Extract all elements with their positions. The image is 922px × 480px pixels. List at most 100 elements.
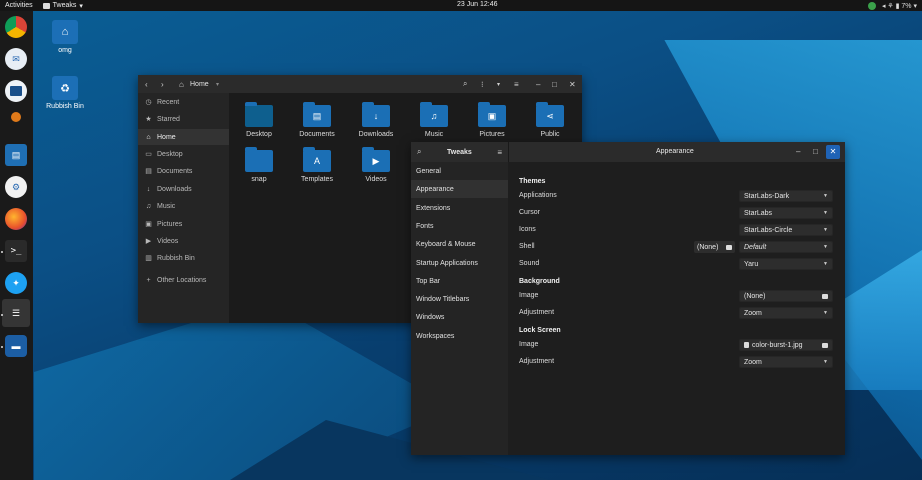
nav-item-workspaces[interactable]: Workspaces [411, 327, 508, 345]
system-status: ◂ ⚘ ▮ 7% ▾ [881, 2, 917, 10]
cursor-theme-select[interactable]: StarLabs ▼ [739, 207, 833, 219]
firefox-icon[interactable] [5, 208, 27, 230]
shell-theme-select[interactable]: Default ▼ [739, 241, 833, 253]
row-label: Shell [519, 243, 535, 250]
view-list-icon[interactable]: ⁝ [481, 80, 484, 89]
clock[interactable]: 23 Jun 12:46 [457, 1, 497, 8]
background-adjustment-select[interactable]: Zoom ▼ [739, 307, 833, 319]
folder-item[interactable]: A Templates [292, 147, 342, 183]
folder-label: Videos [365, 176, 387, 183]
ubuntu-icon[interactable] [11, 112, 21, 122]
lock-screen-image-button[interactable]: color-burst-1.jpg [739, 339, 833, 351]
folder-label: snap [251, 176, 267, 183]
folder-label: Desktop [246, 131, 272, 138]
select-value: StarLabs [744, 209, 773, 217]
top-bar: Activities Tweaks ▾ 23 Jun 12:46 ◂ ⚘ ▮ 7… [0, 0, 922, 11]
nav-item-extensions[interactable]: Extensions [411, 199, 508, 217]
sidebar-item-home[interactable]: ⌂ Home [138, 129, 229, 145]
window-icon[interactable] [5, 80, 27, 102]
maximize-icon[interactable]: □ [813, 147, 818, 156]
folder-label: Downloads [358, 131, 394, 138]
folder-item[interactable]: ▣ Pictures [467, 102, 517, 138]
minimize-icon[interactable]: – [536, 80, 540, 89]
sidebar-item-documents[interactable]: ▤ Documents [138, 163, 229, 179]
messaging-icon[interactable]: ✉ [5, 48, 27, 70]
music-folder-icon: ♫ [420, 102, 448, 127]
path-menu-icon[interactable]: ▾ [216, 81, 219, 88]
folder-item[interactable]: ▶ Videos [351, 147, 401, 183]
chevron-down-icon: ▼ [823, 210, 828, 216]
sound-theme-select[interactable]: Yaru ▼ [739, 258, 833, 270]
sidebar-item-music[interactable]: ♫ Music [138, 198, 229, 214]
folder-item[interactable]: ♫ Music [409, 102, 459, 138]
sidebar-item-label: Documents [157, 167, 193, 175]
applications-theme-select[interactable]: StarLabs-Dark ▼ [739, 190, 833, 202]
search-icon[interactable]: ⌕ [463, 79, 467, 89]
desktop-icon-home[interactable]: ⌂ omg [45, 20, 85, 54]
sidebar-item-starred[interactable]: ★ Starred [138, 111, 229, 127]
icons-theme-select[interactable]: StarLabs-Circle ▼ [739, 224, 833, 236]
sidebar-item-desktop[interactable]: ▭ Desktop [138, 146, 229, 162]
image-file-icon [744, 342, 749, 348]
twitter-icon[interactable]: ✦ [5, 272, 27, 294]
folder-item[interactable]: Desktop [234, 102, 284, 138]
nav-item-general[interactable]: General [411, 162, 508, 180]
file-button-label: (None) [697, 243, 719, 251]
folder-item[interactable]: ↓ Downloads [351, 102, 401, 138]
row-label: Image [519, 341, 539, 348]
menu-icon[interactable]: ≡ [497, 148, 502, 157]
nav-item-fonts[interactable]: Fonts [411, 217, 508, 235]
nav-item-appearance[interactable]: Appearance [411, 180, 508, 198]
sidebar-item-other-locations[interactable]: + Other Locations [138, 272, 229, 288]
select-value: StarLabs-Dark [744, 192, 790, 200]
nav-item-window-titlebars[interactable]: Window Titlebars [411, 290, 508, 308]
home-icon: ⌂ [179, 79, 184, 89]
path-bar-home[interactable]: Home [190, 81, 209, 88]
home-icon: ⌂ [146, 133, 151, 141]
appearance-panel: Themes Applications StarLabs-Dark ▼ Curso… [508, 162, 845, 455]
minimize-icon[interactable]: – [796, 147, 800, 156]
folder-item[interactable]: ▤ Documents [292, 102, 342, 138]
maximize-icon[interactable]: □ [552, 80, 557, 89]
pictures-folder-icon: ▣ [478, 102, 506, 127]
lock-screen-adjustment-select[interactable]: Zoom ▼ [739, 356, 833, 368]
nav-item-windows[interactable]: Windows [411, 308, 508, 326]
folder-item[interactable]: snap [234, 147, 284, 183]
search-icon[interactable]: ⌕ [417, 147, 421, 157]
desktop-icon-trash[interactable]: ♻ Rubbish Bin [45, 76, 85, 110]
shell-theme-file-button[interactable]: (None) [694, 241, 735, 253]
nav-item-top-bar[interactable]: Top Bar [411, 272, 508, 290]
trash-icon: ▥ [145, 255, 152, 262]
folder-item[interactable]: ⋖ Public [525, 102, 575, 138]
terminal-icon[interactable]: >_ [5, 240, 27, 262]
row-label: Image [519, 292, 539, 299]
activities-button[interactable]: Activities [5, 2, 33, 9]
nav-item-startup-applications[interactable]: Startup Applications [411, 254, 508, 272]
sidebar-item-recent[interactable]: ◷ Recent [138, 94, 229, 110]
sidebar-item-videos[interactable]: ▶ Videos [138, 233, 229, 249]
sidebar-item-downloads[interactable]: ↓ Downloads [138, 181, 229, 197]
background-image-button[interactable]: (None) [739, 290, 833, 302]
chrome-icon[interactable] [5, 16, 27, 38]
system-menu[interactable]: ◂ ⚘ ▮ 7% ▾ [867, 0, 917, 11]
chevron-down-icon: ▼ [823, 261, 828, 267]
screenshot-icon[interactable]: ▤ [5, 144, 27, 166]
sidebar-item-rubbish-bin[interactable]: ▥ Rubbish Bin [138, 250, 229, 266]
chevron-down-icon: ▼ [823, 310, 828, 316]
row-label: Icons [519, 226, 536, 233]
tweaks-sidebar-header: ⌕ Tweaks ≡ [411, 142, 508, 162]
nav-item-keyboard-mouse[interactable]: Keyboard & Mouse [411, 235, 508, 253]
settings-icon[interactable]: ⚙ [5, 176, 27, 198]
forward-icon[interactable]: › [161, 80, 164, 89]
back-icon[interactable]: ‹ [145, 80, 148, 89]
sidebar-item-pictures[interactable]: ▣ Pictures [138, 216, 229, 232]
chevron-down-icon: ▾ [79, 2, 83, 10]
files-icon[interactable]: ▬ [5, 335, 27, 357]
tweaks-icon[interactable]: ☰ [2, 299, 30, 327]
menu-icon[interactable]: ≡ [514, 80, 519, 89]
view-options-icon[interactable]: ▾ [497, 81, 500, 88]
close-icon[interactable]: ✕ [826, 145, 840, 159]
app-menu[interactable]: Tweaks ▾ [42, 2, 83, 10]
close-icon[interactable]: ✕ [569, 80, 576, 89]
folder-icon [822, 293, 828, 299]
